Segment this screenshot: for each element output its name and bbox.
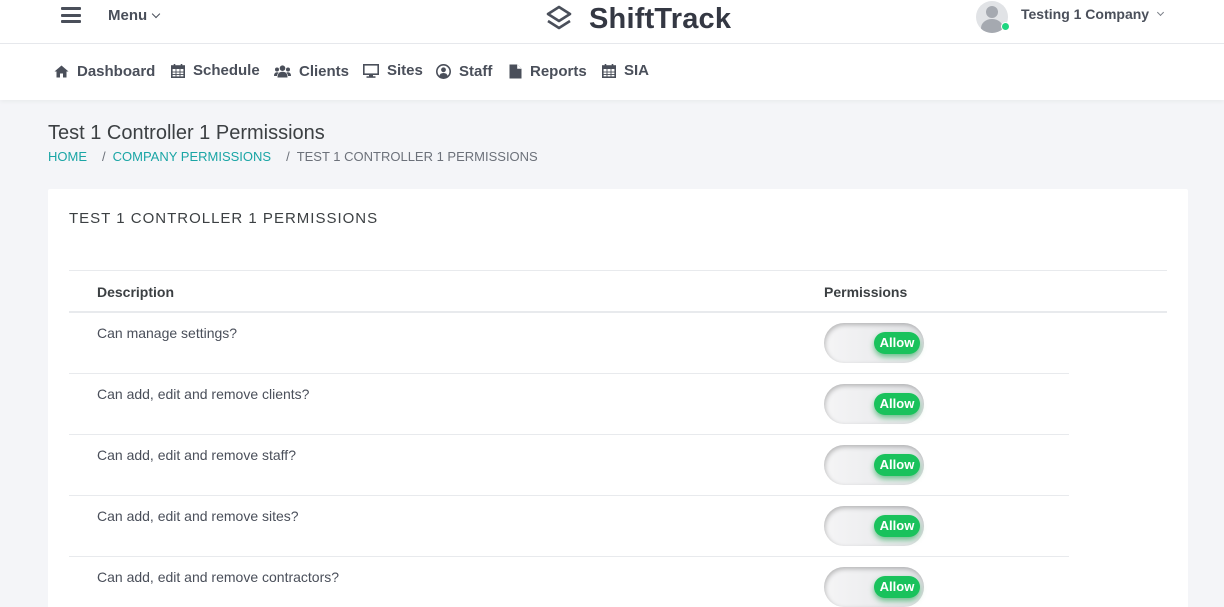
nav-label: SIA <box>624 62 650 79</box>
chevron-down-icon <box>1157 8 1165 16</box>
table-header: Description Permissions <box>69 270 1167 313</box>
nav-label: Dashboard <box>77 63 156 80</box>
file-icon <box>509 64 522 79</box>
home-icon <box>54 65 69 78</box>
nav-reports[interactable]: Reports <box>509 63 587 80</box>
nav-dashboard[interactable]: Dashboard <box>54 63 155 80</box>
toggle-label: Allow <box>874 454 920 476</box>
table-row: Can add, edit and remove sites? Allow <box>69 496 1069 557</box>
hamburger-menu-icon[interactable] <box>61 7 81 23</box>
monitor-icon <box>363 63 379 78</box>
permission-description: Can add, edit and remove sites? <box>97 508 299 524</box>
brand-name: ShiftTrack <box>589 2 732 35</box>
permission-toggle[interactable]: Allow <box>824 567 924 607</box>
nav-label: Sites <box>387 62 423 79</box>
menu-label: Menu <box>108 7 148 24</box>
breadcrumb: HOME / COMPANY PERMISSIONS / TEST 1 CONT… <box>48 149 538 164</box>
nav-clients[interactable]: Clients <box>274 63 349 80</box>
menu-dropdown[interactable]: Menu <box>108 7 161 24</box>
users-icon <box>274 65 291 78</box>
column-header-description: Description <box>97 284 175 300</box>
nav-label: Clients <box>299 63 350 80</box>
permission-description: Can add, edit and remove staff? <box>97 447 296 463</box>
online-status-indicator <box>1001 22 1010 31</box>
breadcrumb-home-link[interactable]: HOME <box>48 149 87 164</box>
calendar-icon <box>602 63 616 78</box>
card-title: TEST 1 CONTROLLER 1 PERMISSIONS <box>69 210 379 227</box>
nav-label: Staff <box>459 63 493 80</box>
toggle-label: Allow <box>874 576 920 598</box>
top-bar: Menu ShiftTrack Testing 1 Company <box>0 0 1224 44</box>
layers-logo-icon <box>546 5 572 30</box>
page-title: Test 1 Controller 1 Permissions <box>48 122 325 144</box>
permission-toggle[interactable]: Allow <box>824 384 924 424</box>
nav-label: Reports <box>530 63 587 80</box>
user-circle-icon <box>436 64 451 79</box>
user-name: Testing 1 Company <box>1021 6 1150 22</box>
nav-staff[interactable]: Staff <box>436 63 492 80</box>
breadcrumb-company-permissions-link[interactable]: COMPANY PERMISSIONS <box>113 149 271 164</box>
nav-label: Schedule <box>193 62 260 79</box>
nav-sites[interactable]: Sites <box>363 62 423 79</box>
permission-description: Can add, edit and remove clients? <box>97 386 310 402</box>
table-row: Can manage settings? Allow <box>69 313 1069 374</box>
permission-description: Can manage settings? <box>97 325 238 341</box>
toggle-label: Allow <box>874 393 920 415</box>
table-row: Can add, edit and remove clients? Allow <box>69 374 1069 435</box>
toggle-label: Allow <box>874 515 920 537</box>
column-header-permissions: Permissions <box>824 284 908 300</box>
breadcrumb-current: TEST 1 CONTROLLER 1 PERMISSIONS <box>296 149 538 164</box>
permissions-card: TEST 1 CONTROLLER 1 PERMISSIONS Descript… <box>48 189 1188 607</box>
main-nav: Dashboard Schedule Clients Sites Staff R… <box>0 44 1224 100</box>
chevron-down-icon <box>151 9 161 19</box>
nav-schedule[interactable]: Schedule <box>171 62 260 79</box>
breadcrumb-separator: / <box>286 149 290 164</box>
permission-description: Can add, edit and remove contractors? <box>97 569 340 585</box>
calendar-icon <box>171 63 185 78</box>
permission-toggle[interactable]: Allow <box>824 445 924 485</box>
nav-sia[interactable]: SIA <box>602 62 649 79</box>
permission-toggle[interactable]: Allow <box>824 506 924 546</box>
permission-toggle[interactable]: Allow <box>824 323 924 363</box>
brand-logo[interactable]: ShiftTrack <box>545 2 731 36</box>
table-row: Can add, edit and remove contractors? Al… <box>69 557 1069 607</box>
breadcrumb-separator: / <box>102 149 106 164</box>
table-row: Can add, edit and remove staff? Allow <box>69 435 1069 496</box>
toggle-label: Allow <box>874 332 920 354</box>
